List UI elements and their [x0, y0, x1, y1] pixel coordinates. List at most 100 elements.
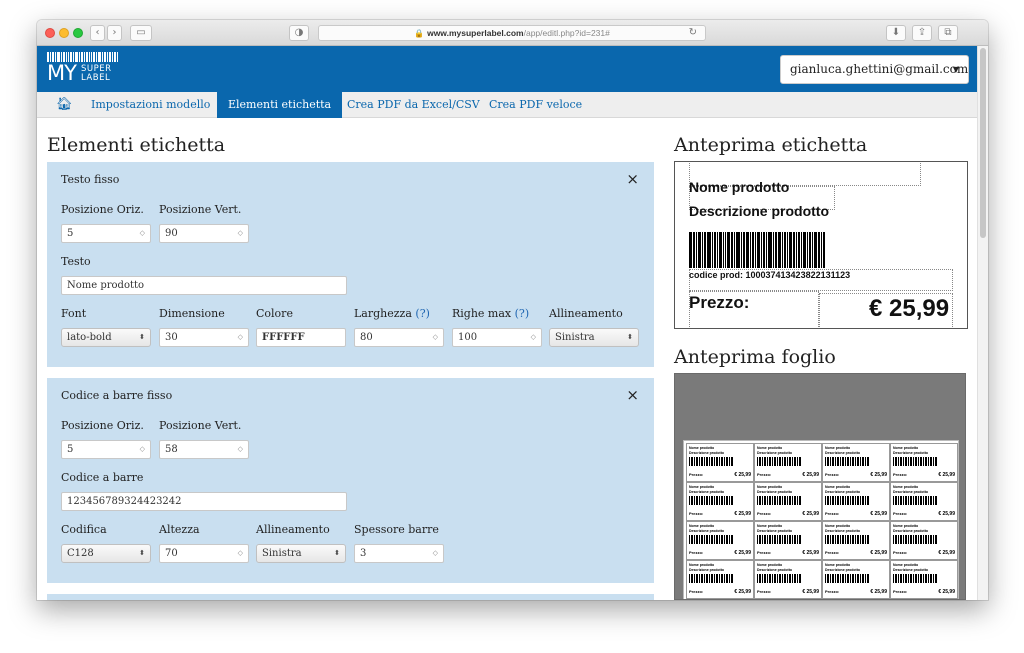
label-code: codice prod: 100037413423822131123: [689, 270, 851, 280]
sheet-cell-description: Descrizione prodotto: [757, 568, 793, 572]
sheet-cell-price-label: Prezzo:: [825, 589, 840, 594]
spinner-icon: ◇: [139, 229, 145, 237]
select-arrow-icon: ⬍: [627, 333, 633, 341]
share-button[interactable]: ⇪: [912, 25, 932, 41]
spinner-icon: ◇: [237, 333, 243, 341]
close-icon[interactable]: ×: [626, 170, 639, 188]
tab-crea-pdf-excel[interactable]: Crea PDF da Excel/CSV: [336, 92, 491, 118]
text-input[interactable]: Nome prodotto: [61, 276, 347, 295]
sheet-cell-barcode: [893, 535, 937, 544]
label-description: Descrizione prodotto: [689, 203, 830, 219]
url-domain: www.mysuperlabel.com: [427, 28, 524, 38]
sheet-cell-description: Descrizione prodotto: [893, 490, 929, 494]
sheet-cell-name: Nome prodotto: [689, 485, 715, 489]
sheet-cell-price-value: € 25,99: [802, 472, 819, 478]
tab-impostazioni-modello[interactable]: Impostazioni modello: [80, 92, 221, 118]
sheet-cell-barcode: [757, 496, 801, 505]
pos-h-label: Posizione Oriz.: [61, 203, 144, 216]
barcode-input[interactable]: 123456789324423242: [61, 492, 347, 511]
scrollbar-thumb[interactable]: [980, 48, 986, 238]
pos-v-input[interactable]: 90 ◇: [159, 224, 249, 243]
page-scrollbar[interactable]: [977, 46, 988, 600]
color-input[interactable]: FFFFFF: [256, 328, 346, 347]
pos-v-input[interactable]: 58 ◇: [159, 440, 249, 459]
align-label: Allineamento: [549, 307, 623, 320]
close-window-button[interactable]: [45, 28, 55, 38]
back-button[interactable]: ‹: [90, 25, 105, 41]
spinner-icon: ◇: [237, 445, 243, 453]
tabs-button[interactable]: ⧉: [938, 25, 958, 41]
spinner-icon: ◇: [530, 333, 536, 341]
sheet-cell-name: Nome prodotto: [757, 485, 783, 489]
next-element-panel: [47, 594, 654, 600]
sheet-cell-price-value: € 25,99: [870, 589, 887, 595]
sheet-cell-barcode: [893, 574, 937, 583]
pos-h-input[interactable]: 5 ◇: [61, 224, 151, 243]
sheet-cell-price-label: Prezzo:: [893, 511, 908, 516]
chevron-right-icon: ›: [112, 27, 117, 38]
home-icon[interactable]: 🏠︎: [47, 92, 82, 118]
close-icon[interactable]: ×: [626, 386, 639, 404]
align-select[interactable]: Sinistra ⬍: [256, 544, 346, 563]
maxrows-input[interactable]: 100 ◇: [452, 328, 542, 347]
width-label: Larghezza (?): [354, 307, 430, 320]
sidebar-icon: ▭: [136, 27, 146, 38]
minimize-window-button[interactable]: [59, 28, 69, 38]
pos-h-input[interactable]: 5 ◇: [61, 440, 151, 459]
select-arrow-icon: ⬍: [139, 549, 145, 557]
tab-crea-pdf-veloce[interactable]: Crea PDF veloce: [478, 92, 593, 118]
sheet-label-cell: Nome prodotto Descrizione prodotto Prezzo:…: [686, 443, 754, 482]
sheet-cell-price-value: € 25,99: [802, 511, 819, 517]
maxrows-help-link[interactable]: (?): [515, 307, 529, 320]
sheet-label-cell: Nome prodotto Descrizione prodotto Prezzo:…: [754, 482, 822, 521]
text-label: Testo: [61, 255, 91, 268]
width-input[interactable]: 80 ◇: [354, 328, 444, 347]
forward-button[interactable]: ›: [107, 25, 122, 41]
url-path: /app/editl.php?id=231#: [523, 28, 610, 38]
font-select[interactable]: lato-bold ⬍: [61, 328, 151, 347]
sheet-cell-barcode: [825, 457, 869, 466]
mysuperlabel-logo[interactable]: MY SUPER LABEL: [47, 52, 127, 86]
browser-titlebar: ‹ › ▭ ◑ 🔒 www.mysuperlabel.com/app/editl.…: [37, 20, 988, 46]
tabs-icon: ⧉: [944, 27, 952, 38]
downloads-button[interactable]: ⬇: [886, 25, 906, 41]
sheet-cell-price-label: Prezzo:: [689, 511, 704, 516]
sheet-cell-description: Descrizione prodotto: [825, 568, 861, 572]
chevron-left-icon: ‹: [95, 27, 100, 38]
spinner-icon: ◇: [432, 333, 438, 341]
size-input[interactable]: 30 ◇: [159, 328, 249, 347]
align-select[interactable]: Sinistra ⬍: [549, 328, 639, 347]
width-help-link[interactable]: (?): [415, 307, 429, 320]
lock-icon: 🔒: [414, 29, 425, 38]
reload-icon[interactable]: ↻: [689, 26, 697, 40]
encoding-select[interactable]: C128 ⬍: [61, 544, 151, 563]
thickness-input[interactable]: 3 ◇: [354, 544, 444, 563]
sidebar-toggle-button[interactable]: ▭: [130, 25, 152, 41]
sheet-cell-name: Nome prodotto: [689, 524, 715, 528]
sheet-cell-name: Nome prodotto: [757, 446, 783, 450]
sheet-cell-price-label: Prezzo:: [689, 472, 704, 477]
zoom-window-button[interactable]: [73, 28, 83, 38]
caret-down-icon: ▼: [952, 65, 959, 74]
user-menu-button[interactable]: gianluca.ghettini@gmail.com ▼: [780, 55, 969, 84]
spinner-icon: ◇: [237, 229, 243, 237]
privacy-button[interactable]: ◑: [289, 25, 309, 41]
sheet-cell-price-value: € 25,99: [938, 550, 955, 556]
size-label: Dimensione: [159, 307, 225, 320]
logo-my: MY: [47, 61, 77, 85]
sheet-cell-barcode: [689, 496, 733, 505]
label-preview: Nome prodotto Descrizione prodotto codic…: [674, 161, 968, 329]
sheet-cell-price-value: € 25,99: [802, 550, 819, 556]
label-price-value: € 25,99: [869, 295, 950, 322]
barcode-label: Codice a barre: [61, 471, 144, 484]
sheet-cell-name: Nome prodotto: [757, 563, 783, 567]
app-header: MY SUPER LABEL gianluca.ghettini@gmail.co…: [37, 46, 977, 92]
height-input[interactable]: 70 ◇: [159, 544, 249, 563]
sheet-cell-name: Nome prodotto: [825, 563, 851, 567]
sheet-cell-price-value: € 25,99: [802, 589, 819, 595]
sheet-cell-price-label: Prezzo:: [825, 472, 840, 477]
sheet-label-cell: Nome prodotto Descrizione prodotto Prezzo:…: [822, 482, 890, 521]
tab-elementi-etichetta[interactable]: Elementi etichetta: [217, 92, 343, 118]
sheet-cell-name: Nome prodotto: [825, 485, 851, 489]
address-bar[interactable]: 🔒 www.mysuperlabel.com/app/editl.php?id=2…: [318, 25, 706, 41]
